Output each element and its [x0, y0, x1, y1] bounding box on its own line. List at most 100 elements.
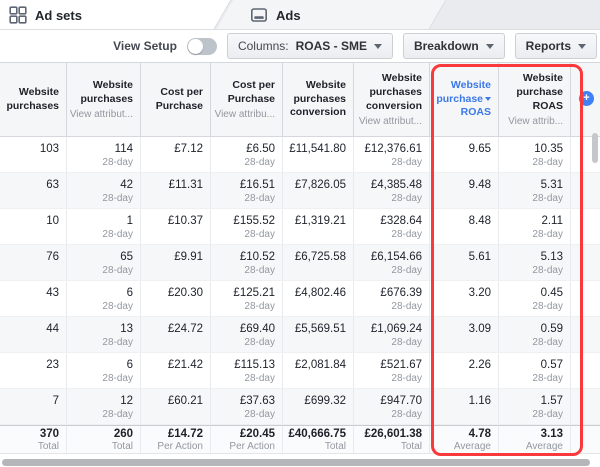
- attribution-window-label: 28-day: [391, 409, 422, 420]
- footer-cell: £14.72 Per Action: [141, 426, 211, 453]
- horizontal-scrollbar: [0, 459, 600, 466]
- view-setup-toggle[interactable]: [186, 37, 217, 55]
- column-header-website-purchase-roas-sorted[interactable]: Website purchase ROAS: [430, 63, 499, 136]
- tab-bar: Ad sets Ads: [0, 0, 600, 30]
- cell-r8-c1: 7: [0, 389, 67, 424]
- cell-spacer: [571, 353, 600, 388]
- cell-r1-c1: 103: [0, 137, 67, 172]
- footer-cell: £26,601.38 Total: [354, 426, 430, 453]
- cell-spacer: [571, 389, 600, 424]
- sort-descending-icon: [485, 96, 491, 101]
- tab-ad-sets[interactable]: Ad sets: [9, 0, 82, 29]
- table-row: 103 114 28-day £7.12 £6.50 28-day £11,541.80 £1…: [0, 137, 600, 173]
- attribution-window-label: 28-day: [244, 373, 275, 384]
- cell-r7-c8: 0.57 28-day: [499, 353, 571, 388]
- column-header-cost-per-purchase[interactable]: Cost per Purchase: [141, 63, 211, 136]
- attribution-window-label: 28-day: [244, 229, 275, 240]
- breakdown-dropdown-button[interactable]: Breakdown: [402, 33, 505, 59]
- cell-r2-c5: £7,826.05: [283, 173, 354, 208]
- table-row: 44 13 28-day £24.72 £69.40 28-day £5,569.51 £1,…: [0, 317, 600, 353]
- add-column-button[interactable]: +: [579, 91, 594, 106]
- columns-selected-value: ROAS - SME: [295, 39, 367, 53]
- view-attribution-link[interactable]: View attribut...: [359, 116, 422, 127]
- cell-r8-c2: 12 28-day: [67, 389, 141, 424]
- cell-r4-c8: 5.13 28-day: [499, 245, 571, 280]
- attribution-window-label: 28-day: [532, 373, 563, 384]
- cell-r2-c8: 5.31 28-day: [499, 173, 571, 208]
- view-attribution-link[interactable]: View attribu...: [215, 109, 275, 120]
- column-header-website-purchases-conversion[interactable]: Website purchases conversion: [283, 63, 354, 136]
- ads-icon: [250, 6, 268, 24]
- attribution-window-label: 28-day: [532, 229, 563, 240]
- footer-cell: 3.13 Average: [499, 426, 571, 453]
- footer-cell: £40,666.75 Total: [283, 426, 354, 453]
- cell-r4-c7: 5.61: [430, 245, 499, 280]
- cell-r2-c6: £4,385.48 28-day: [354, 173, 430, 208]
- cell-r8-c3: £60.21: [141, 389, 211, 424]
- cell-r3-c4: £155.52 28-day: [211, 209, 283, 244]
- cell-r3-c3: £10.37: [141, 209, 211, 244]
- cell-r7-c4: £115.13 28-day: [211, 353, 283, 388]
- view-attribution-link[interactable]: View attrib...: [508, 116, 563, 127]
- cell-r1-c5: £11,541.80: [283, 137, 354, 172]
- attribution-window-label: 28-day: [532, 409, 563, 420]
- cell-r7-c2: 6 28-day: [67, 353, 141, 388]
- attribution-window-label: 28-day: [102, 337, 133, 348]
- attribution-window-label: 28-day: [532, 337, 563, 348]
- cell-r5-c1: 43: [0, 281, 67, 316]
- tab-ad-sets-label: Ad sets: [35, 7, 82, 23]
- cell-r5-c7: 3.20: [430, 281, 499, 316]
- view-attribution-link[interactable]: View attribut...: [70, 109, 133, 120]
- attribution-window-label: 28-day: [244, 193, 275, 204]
- reports-dropdown-button[interactable]: Reports: [514, 33, 597, 59]
- vertical-scrollbar-thumb[interactable]: [592, 133, 598, 163]
- tab-ads[interactable]: Ads: [250, 0, 301, 29]
- breakdown-label: Breakdown: [413, 39, 479, 53]
- column-header-website-purchases-conversion-attr[interactable]: Website purchases conversion View attrib…: [354, 63, 430, 136]
- cell-r2-c4: £16.51 28-day: [211, 173, 283, 208]
- table-header: Website purchases Website purchases View…: [0, 62, 600, 137]
- cell-r6-c1: 44: [0, 317, 67, 352]
- cell-r3-c7: 8.48: [430, 209, 499, 244]
- cell-r6-c3: £24.72: [141, 317, 211, 352]
- column-header-website-purchases-attr[interactable]: Website purchases View attribut...: [67, 63, 141, 136]
- attribution-window-label: 28-day: [244, 409, 275, 420]
- cell-r1-c8: 10.35 28-day: [499, 137, 571, 172]
- column-header-website-purchase-roas-attr[interactable]: Website purchase ROAS View attrib...: [499, 63, 571, 136]
- cell-r3-c2: 1 28-day: [67, 209, 141, 244]
- cell-r6-c4: £69.40 28-day: [211, 317, 283, 352]
- cell-r6-c5: £5,569.51: [283, 317, 354, 352]
- columns-dropdown-button[interactable]: Columns: ROAS - SME: [226, 33, 393, 59]
- view-setup-label: View Setup: [113, 39, 177, 53]
- cell-r5-c3: £20.30: [141, 281, 211, 316]
- attribution-window-label: 28-day: [532, 301, 563, 312]
- table-row: 23 6 28-day £21.42 £115.13 28-day £2,081.84 £52…: [0, 353, 600, 389]
- column-header-cost-per-purchase-attr[interactable]: Cost per Purchase View attribu...: [211, 63, 283, 136]
- cell-r8-c8: 1.57 28-day: [499, 389, 571, 424]
- cell-spacer: [571, 317, 600, 352]
- cell-r2-c7: 9.48: [430, 173, 499, 208]
- cell-r4-c6: £6,154.66 28-day: [354, 245, 430, 280]
- tab-ads-label: Ads: [276, 7, 301, 23]
- cell-r5-c5: £4,802.46: [283, 281, 354, 316]
- cell-r7-c7: 2.26: [430, 353, 499, 388]
- cell-r5-c8: 0.45 28-day: [499, 281, 571, 316]
- cell-spacer: [571, 209, 600, 244]
- table-row: 10 1 28-day £10.37 £155.52 28-day £1,319.21 £32…: [0, 209, 600, 245]
- attribution-window-label: 28-day: [391, 265, 422, 276]
- chevron-down-icon: [485, 43, 494, 49]
- cell-r7-c5: £2,081.84: [283, 353, 354, 388]
- cell-r2-c2: 42 28-day: [67, 173, 141, 208]
- attribution-window-label: 28-day: [102, 265, 133, 276]
- cell-r4-c4: £10.52 28-day: [211, 245, 283, 280]
- table-body: 103 114 28-day £7.12 £6.50 28-day £11,541.80 £1…: [0, 137, 600, 425]
- cell-r4-c2: 65 28-day: [67, 245, 141, 280]
- cell-r1-c2: 114 28-day: [67, 137, 141, 172]
- cell-r3-c8: 2.11 28-day: [499, 209, 571, 244]
- attribution-window-label: 28-day: [102, 193, 133, 204]
- horizontal-scrollbar-thumb[interactable]: [2, 459, 590, 466]
- cell-r3-c5: £1,319.21: [283, 209, 354, 244]
- cell-r7-c6: £521.67 28-day: [354, 353, 430, 388]
- table-row: 7 12 28-day £60.21 £37.63 28-day £699.32 £947.7…: [0, 389, 600, 425]
- column-header-website-purchases[interactable]: Website purchases: [0, 63, 67, 136]
